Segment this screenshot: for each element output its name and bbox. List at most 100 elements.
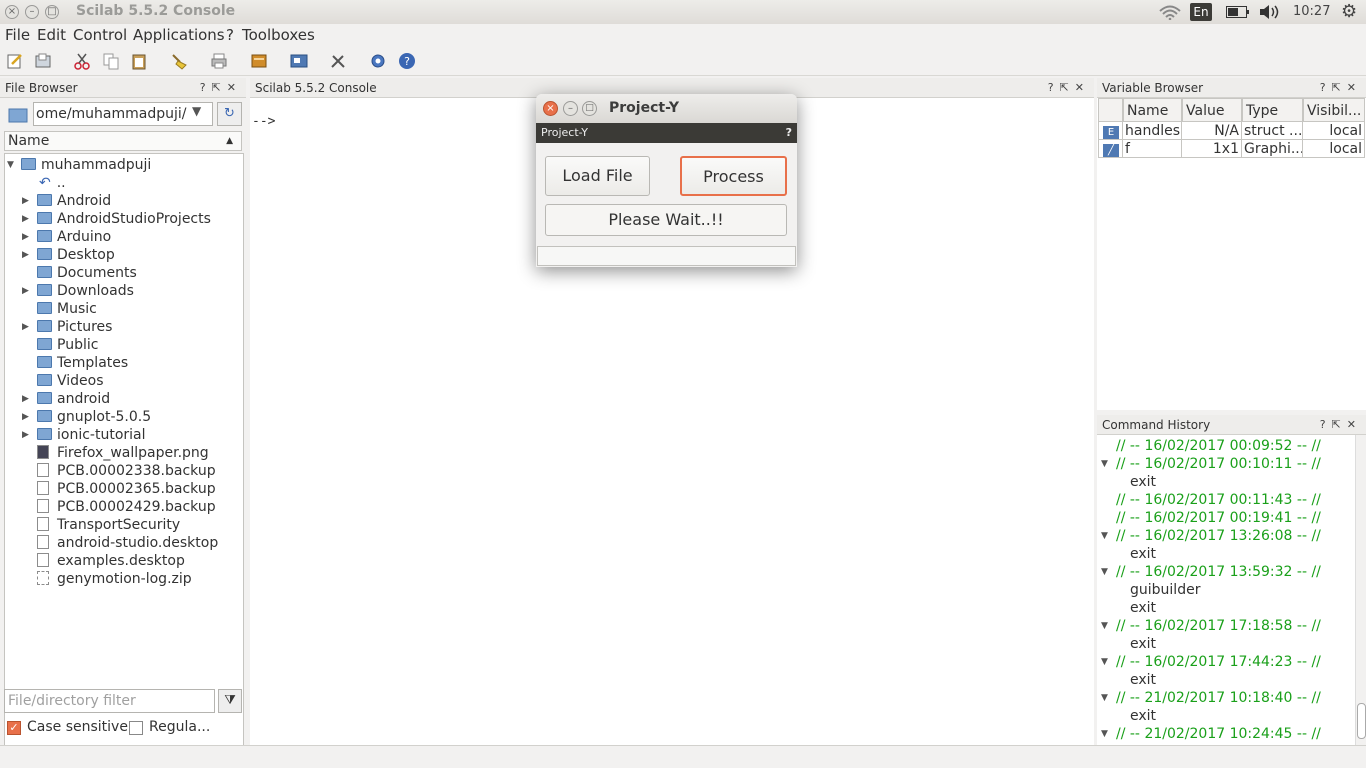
language-indicator[interactable]: En <box>1190 3 1212 21</box>
variable-name-column-header[interactable]: Name <box>1123 98 1182 122</box>
tree-item[interactable]: Music <box>5 300 97 318</box>
expand-arrow-icon[interactable]: ▶ <box>22 228 32 246</box>
gear-icon[interactable]: ⚙ <box>1341 1 1357 22</box>
history-command[interactable]: guibuilder <box>1130 581 1200 599</box>
history-session[interactable]: // -- 16/02/2017 00:09:52 -- // <box>1116 437 1321 455</box>
new-script-icon[interactable] <box>6 52 24 70</box>
close-window-icon[interactable]: × <box>5 5 19 19</box>
history-command[interactable]: exit <box>1130 707 1156 725</box>
panel-controls[interactable]: ?⇱✕ <box>200 78 242 98</box>
collapse-arrow-icon[interactable]: ▼ <box>1101 689 1108 707</box>
variable-type-column-header[interactable]: Type <box>1242 98 1303 122</box>
dialog-minimize-icon[interactable]: – <box>563 101 578 116</box>
tree-parent[interactable]: ↶.. <box>39 174 66 192</box>
xcos-icon[interactable] <box>290 52 308 70</box>
collapse-arrow-icon[interactable]: ▼ <box>1101 527 1108 545</box>
filter-icon[interactable]: ⧩ <box>218 689 242 713</box>
history-command[interactable]: exit <box>1130 635 1156 653</box>
menu-help[interactable]: ? <box>226 26 234 44</box>
tree-item[interactable]: PCB.00002338.backup <box>5 462 216 480</box>
minimize-window-icon[interactable]: – <box>25 5 39 19</box>
menu-file[interactable]: File <box>5 26 30 44</box>
tree-item[interactable]: ▶ gnuplot-5.0.5 <box>5 408 151 426</box>
tree-item[interactable]: ▶ Downloads <box>5 282 134 300</box>
file-tree[interactable]: ▼ muhammadpuji ↶.. ▶ Android ▶ AndroidStudio… <box>4 153 244 765</box>
expand-arrow-icon[interactable]: ▶ <box>22 408 32 426</box>
paste-icon[interactable] <box>130 52 148 70</box>
history-session[interactable]: // -- 16/02/2017 17:44:23 -- // <box>1116 653 1321 671</box>
home-folder-icon[interactable] <box>8 106 28 124</box>
collapse-arrow-icon[interactable]: ▼ <box>1101 563 1108 581</box>
history-session[interactable]: // -- 16/02/2017 00:10:11 -- // <box>1116 455 1321 473</box>
tree-item[interactable]: genymotion-log.zip <box>5 570 192 588</box>
expand-arrow-icon[interactable]: ▶ <box>22 246 32 264</box>
battery-icon[interactable] <box>1226 6 1250 18</box>
clear-console-icon[interactable] <box>170 52 188 70</box>
expand-arrow-icon[interactable]: ▶ <box>22 282 32 300</box>
copy-icon[interactable] <box>102 52 120 70</box>
print-icon[interactable] <box>210 52 228 70</box>
go-to-path-icon[interactable]: ↻ <box>217 102 242 126</box>
collapse-arrow-icon[interactable]: ▼ <box>1101 725 1108 743</box>
case-sensitive-checkbox[interactable]: ✓ <box>7 721 21 735</box>
maximize-window-icon[interactable]: □ <box>45 5 59 19</box>
collapse-arrow-icon[interactable]: ▼ <box>7 156 17 174</box>
tree-root[interactable]: ▼ muhammadpuji <box>7 156 151 174</box>
console-prompt[interactable]: --> <box>252 114 275 129</box>
collapse-arrow-icon[interactable]: ▼ <box>1101 455 1108 473</box>
history-session[interactable]: // -- 16/02/2017 13:26:08 -- // <box>1116 527 1321 545</box>
tree-item[interactable]: TransportSecurity <box>5 516 180 534</box>
variable-type[interactable]: struct ... <box>1242 122 1303 140</box>
history-session[interactable]: // -- 16/02/2017 00:19:41 -- // <box>1116 509 1321 527</box>
tree-item[interactable]: Videos <box>5 372 104 390</box>
variable-type[interactable]: Graphi... <box>1242 140 1303 158</box>
tree-item[interactable]: ▶ Android <box>5 192 111 210</box>
clock[interactable]: 10:27 <box>1293 4 1330 19</box>
history-command[interactable]: exit <box>1130 545 1156 563</box>
variable-name[interactable]: f <box>1123 140 1182 158</box>
help-icon[interactable]: ? <box>398 52 416 70</box>
expand-arrow-icon[interactable]: ▶ <box>22 210 32 228</box>
tree-item[interactable]: Documents <box>5 264 137 282</box>
file-filter-input[interactable]: File/directory filter <box>4 689 215 713</box>
tree-item[interactable]: ▶ android <box>5 390 110 408</box>
dialog-maximize-icon[interactable]: □ <box>582 101 597 116</box>
tree-item[interactable]: ▶ AndroidStudioProjects <box>5 210 211 228</box>
dialog-help-icon[interactable]: ? <box>786 123 792 143</box>
path-dropdown-icon[interactable]: ▼ <box>192 104 201 118</box>
load-file-button[interactable]: Load File <box>545 156 650 196</box>
tree-item[interactable]: Public <box>5 336 98 354</box>
tree-item[interactable]: PCB.00002429.backup <box>5 498 216 516</box>
variable-name[interactable]: handles <box>1123 122 1182 140</box>
expand-arrow-icon[interactable]: ▶ <box>22 426 32 444</box>
variable-value-column-header[interactable]: Value <box>1182 98 1242 122</box>
open-file-icon[interactable] <box>34 52 52 70</box>
tree-item[interactable]: android-studio.desktop <box>5 534 218 552</box>
menu-toolboxes[interactable]: Toolboxes <box>242 26 315 44</box>
panel-controls[interactable]: ?⇱✕ <box>1048 78 1090 98</box>
history-scrollbar[interactable] <box>1355 435 1366 745</box>
menu-applications[interactable]: Applications <box>133 26 225 44</box>
history-session[interactable]: // -- 16/02/2017 13:59:32 -- // <box>1116 563 1321 581</box>
collapse-arrow-icon[interactable]: ▼ <box>1101 653 1108 671</box>
history-session[interactable]: // -- 21/02/2017 10:24:45 -- // <box>1116 725 1321 743</box>
panel-controls[interactable]: ?⇱✕ <box>1320 415 1362 435</box>
tree-item[interactable]: ▶ Desktop <box>5 246 115 264</box>
regular-expression-checkbox[interactable] <box>129 721 143 735</box>
expand-arrow-icon[interactable]: ▶ <box>22 192 32 210</box>
variable-visibility[interactable]: local <box>1303 140 1365 158</box>
variable-value[interactable]: 1x1 <box>1182 140 1242 158</box>
collapse-arrow-icon[interactable]: ▼ <box>1101 617 1108 635</box>
expand-arrow-icon[interactable]: ▶ <box>22 318 32 336</box>
tree-item[interactable]: examples.desktop <box>5 552 185 570</box>
history-session[interactable]: // -- 16/02/2017 00:11:43 -- // <box>1116 491 1321 509</box>
history-session[interactable]: // -- 16/02/2017 17:18:58 -- // <box>1116 617 1321 635</box>
history-command[interactable]: exit <box>1130 473 1156 491</box>
dialog-close-icon[interactable]: × <box>543 101 558 116</box>
volume-icon[interactable] <box>1260 5 1282 19</box>
history-command[interactable]: exit <box>1130 599 1156 617</box>
cut-icon[interactable] <box>73 52 91 70</box>
scrollbar-thumb[interactable] <box>1357 703 1366 739</box>
variable-value[interactable]: N/A <box>1182 122 1242 140</box>
tree-item[interactable]: ▶ Arduino <box>5 228 111 246</box>
